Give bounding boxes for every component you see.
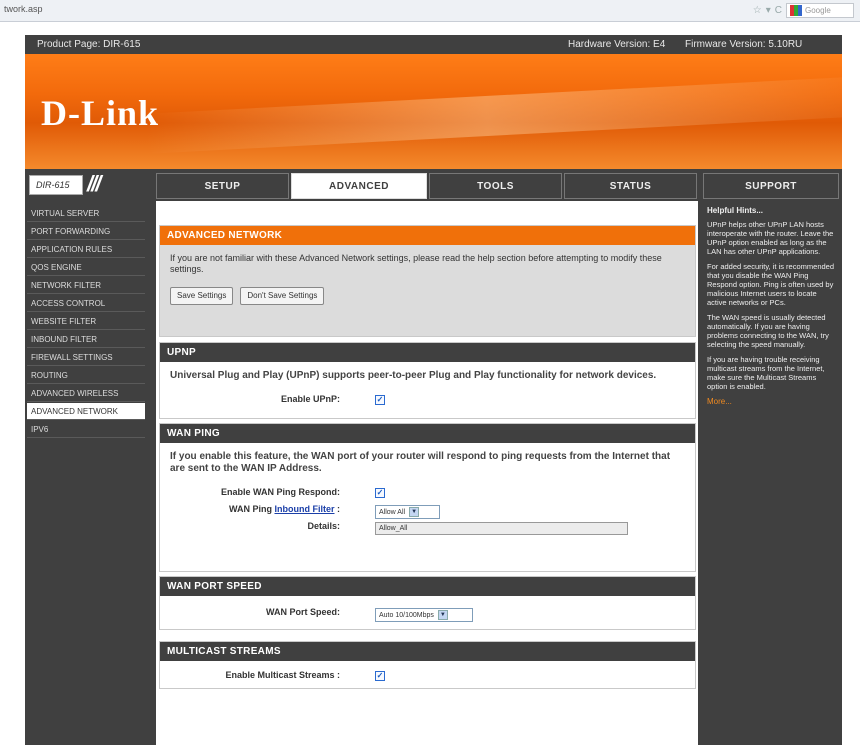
- sidebar-item-ipv6[interactable]: IPV6: [27, 421, 145, 438]
- upnp-description: Universal Plug and Play (UPnP) supports …: [170, 370, 657, 381]
- chevron-down-icon: ▼: [437, 610, 448, 620]
- multicast-streams-section: MULTICAST STREAMS Enable Multicast Strea…: [159, 641, 696, 689]
- save-settings-button[interactable]: Save Settings: [170, 287, 234, 305]
- advanced-network-section: ADVANCED NETWORK If you are not familiar…: [159, 225, 696, 337]
- firmware-version: Firmware Version: 5.10RU: [685, 39, 803, 50]
- hint-multicast: If you are having trouble receiving mult…: [707, 355, 825, 391]
- sidebar-item-qos-engine[interactable]: QOS ENGINE: [27, 259, 145, 276]
- url-text[interactable]: twork.asp: [4, 4, 43, 14]
- enable-upnp-label: Enable UPnP:: [280, 394, 340, 404]
- hints-title: Helpful Hints...: [707, 206, 763, 215]
- sidebar-item-port-forwarding[interactable]: PORT FORWARDING: [27, 223, 145, 240]
- wan-ping-filter-label: WAN Ping Inbound Filter :: [229, 504, 340, 514]
- hardware-version: Hardware Version: E4: [568, 39, 666, 50]
- multicast-checkbox[interactable]: ✓: [375, 671, 385, 681]
- refresh-icon[interactable]: C: [775, 5, 782, 16]
- sidebar-item-access-control[interactable]: ACCESS CONTROL: [27, 295, 145, 312]
- hint-wan-ping: For added security, it is recommended th…: [707, 262, 834, 307]
- sidebar-item-website-filter[interactable]: WEBSITE FILTER: [27, 313, 145, 330]
- hint-upnp: UPnP helps other UPnP LAN hosts interope…: [707, 220, 834, 256]
- sidebar-item-advanced-wireless[interactable]: ADVANCED WIRELESS: [27, 385, 145, 402]
- sidebar-item-application-rules[interactable]: APPLICATION RULES: [27, 241, 145, 258]
- hints-more-link[interactable]: More...: [707, 397, 838, 406]
- sidebar-item-inbound-filter[interactable]: INBOUND FILTER: [27, 331, 145, 348]
- section-title: ADVANCED NETWORK: [160, 226, 695, 245]
- wan-ping-filter-colon: :: [337, 504, 340, 514]
- browser-controls: ☆ ▾ C Google: [753, 3, 854, 18]
- dlink-logo: D-Link: [41, 93, 160, 133]
- wan-ping-description: If you enable this feature, the WAN port…: [170, 451, 671, 474]
- section-title: WAN PING: [160, 424, 695, 443]
- tab-support[interactable]: SUPPORT: [703, 173, 839, 199]
- wan-ping-filter-value: Allow All: [379, 508, 406, 516]
- product-bar: Product Page: DIR-615 Hardware Version: …: [25, 35, 842, 54]
- sidebar-item-routing[interactable]: ROUTING: [27, 367, 145, 384]
- search-placeholder: Google: [805, 6, 831, 15]
- brand-banner: D-Link: [25, 54, 842, 169]
- banner-highlight: [144, 74, 842, 154]
- main-nav: DIR-615 /// SETUP ADVANCED TOOLS STATUS …: [25, 169, 842, 201]
- sidebar-item-firewall-settings[interactable]: FIREWALL SETTINGS: [27, 349, 145, 366]
- sidebar-item-network-filter[interactable]: NETWORK FILTER: [27, 277, 145, 294]
- sidebar: VIRTUAL SERVER PORT FORWARDING APPLICATI…: [25, 201, 149, 745]
- browser-toolbar: twork.asp ☆ ▾ C Google: [0, 0, 860, 22]
- upnp-section: UPNP Universal Plug and Play (UPnP) supp…: [159, 342, 696, 419]
- tab-advanced[interactable]: ADVANCED: [291, 173, 427, 199]
- wan-port-speed-section: WAN PORT SPEED WAN Port Speed: Auto 10/1…: [159, 576, 696, 630]
- wan-ping-respond-checkbox[interactable]: ✓: [375, 488, 385, 498]
- advanced-network-body: If you are not familiar with these Advan…: [160, 245, 695, 336]
- hint-wan-speed: The WAN speed is usually detected automa…: [707, 313, 829, 349]
- enable-upnp-checkbox[interactable]: ✓: [375, 395, 385, 405]
- section-title: MULTICAST STREAMS: [160, 642, 695, 661]
- multicast-body: Enable Multicast Streams : ✓: [160, 661, 695, 695]
- section-title: UPNP: [160, 343, 695, 362]
- tab-tools[interactable]: TOOLS: [429, 173, 562, 199]
- multicast-label: Enable Multicast Streams :: [225, 670, 340, 680]
- model-label: DIR-615: [29, 175, 83, 195]
- wan-port-speed-select[interactable]: Auto 10/100Mbps ▼: [375, 608, 473, 622]
- main-content: ADVANCED NETWORK If you are not familiar…: [156, 201, 698, 745]
- wan-port-speed-label: WAN Port Speed:: [265, 607, 340, 617]
- tab-status[interactable]: STATUS: [564, 173, 697, 199]
- product-page-label: Product Page: DIR-615: [37, 39, 141, 50]
- wan-ping-section: WAN PING If you enable this feature, the…: [159, 423, 696, 572]
- search-box[interactable]: Google: [786, 3, 854, 18]
- section-title: WAN PORT SPEED: [160, 577, 695, 596]
- wan-port-speed-body: WAN Port Speed: Auto 10/100Mbps ▼: [160, 596, 695, 632]
- helpful-hints-panel: Helpful Hints... UPnP helps other UPnP L…: [703, 201, 842, 745]
- wan-port-speed-value: Auto 10/100Mbps: [379, 611, 434, 619]
- google-icon: [790, 5, 802, 16]
- sidebar-item-advanced-network[interactable]: ADVANCED NETWORK: [27, 403, 145, 420]
- wan-ping-respond-label: Enable WAN Ping Respond:: [220, 487, 340, 497]
- router-page: Product Page: DIR-615 Hardware Version: …: [25, 35, 842, 745]
- model-badge: DIR-615 ///: [29, 171, 145, 197]
- sidebar-item-virtual-server[interactable]: VIRTUAL SERVER: [27, 205, 145, 222]
- inbound-filter-link[interactable]: Inbound Filter: [274, 504, 334, 514]
- dropdown-icon[interactable]: ▾: [766, 5, 771, 16]
- tab-setup[interactable]: SETUP: [156, 173, 289, 199]
- chevron-down-icon: ▼: [409, 507, 420, 517]
- wan-ping-filter-prefix: WAN Ping: [228, 504, 272, 514]
- wan-ping-body: If you enable this feature, the WAN port…: [160, 443, 695, 546]
- details-field[interactable]: Allow_All: [375, 522, 628, 535]
- upnp-body: Universal Plug and Play (UPnP) supports …: [160, 362, 695, 419]
- model-slashes: ///: [87, 171, 101, 196]
- star-icon[interactable]: ☆: [753, 5, 762, 16]
- dont-save-settings-button[interactable]: Don't Save Settings: [240, 287, 325, 305]
- advanced-network-description: If you are not familiar with these Advan…: [170, 253, 662, 274]
- wan-ping-filter-select[interactable]: Allow All ▼: [375, 505, 440, 519]
- details-label: Details:: [307, 521, 340, 531]
